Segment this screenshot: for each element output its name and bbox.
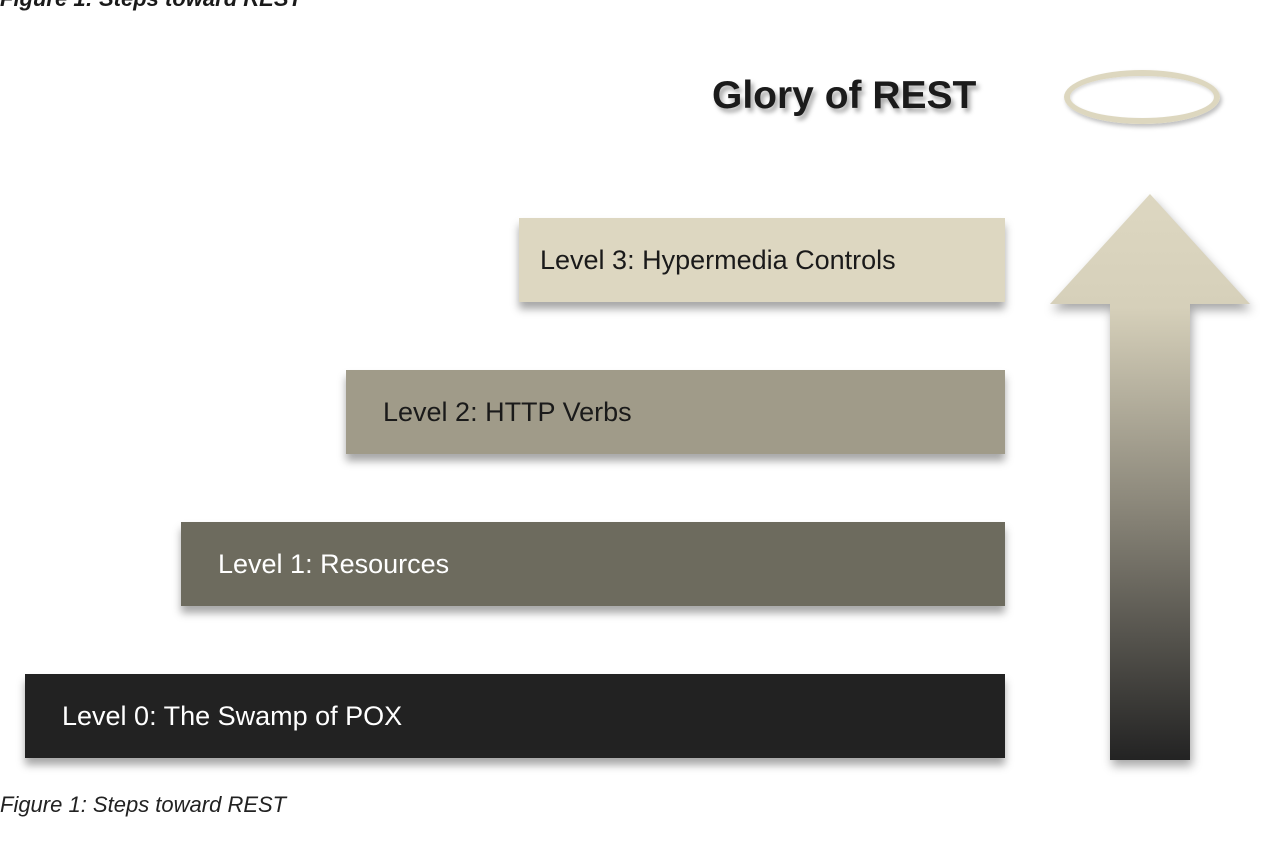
level-2-box: Level 2: HTTP Verbs bbox=[346, 370, 1005, 454]
level-3-box: Level 3: Hypermedia Controls bbox=[519, 218, 1005, 302]
halo-icon bbox=[1064, 70, 1220, 124]
cut-off-header-text: Figure 1: Steps toward REST bbox=[0, 0, 302, 12]
figure-caption: Figure 1: Steps toward REST bbox=[0, 792, 287, 817]
up-arrow-icon bbox=[1050, 194, 1250, 760]
level-1-label: Level 1: Resources bbox=[218, 548, 450, 579]
level-0-box: Level 0: The Swamp of POX bbox=[25, 674, 1005, 758]
level-2-label: Level 2: HTTP Verbs bbox=[383, 396, 632, 427]
level-3-label: Level 3: Hypermedia Controls bbox=[540, 244, 896, 275]
level-0-label: Level 0: The Swamp of POX bbox=[62, 700, 403, 731]
level-1-box: Level 1: Resources bbox=[181, 522, 1005, 606]
glory-of-rest-title: Glory of REST bbox=[712, 74, 977, 117]
